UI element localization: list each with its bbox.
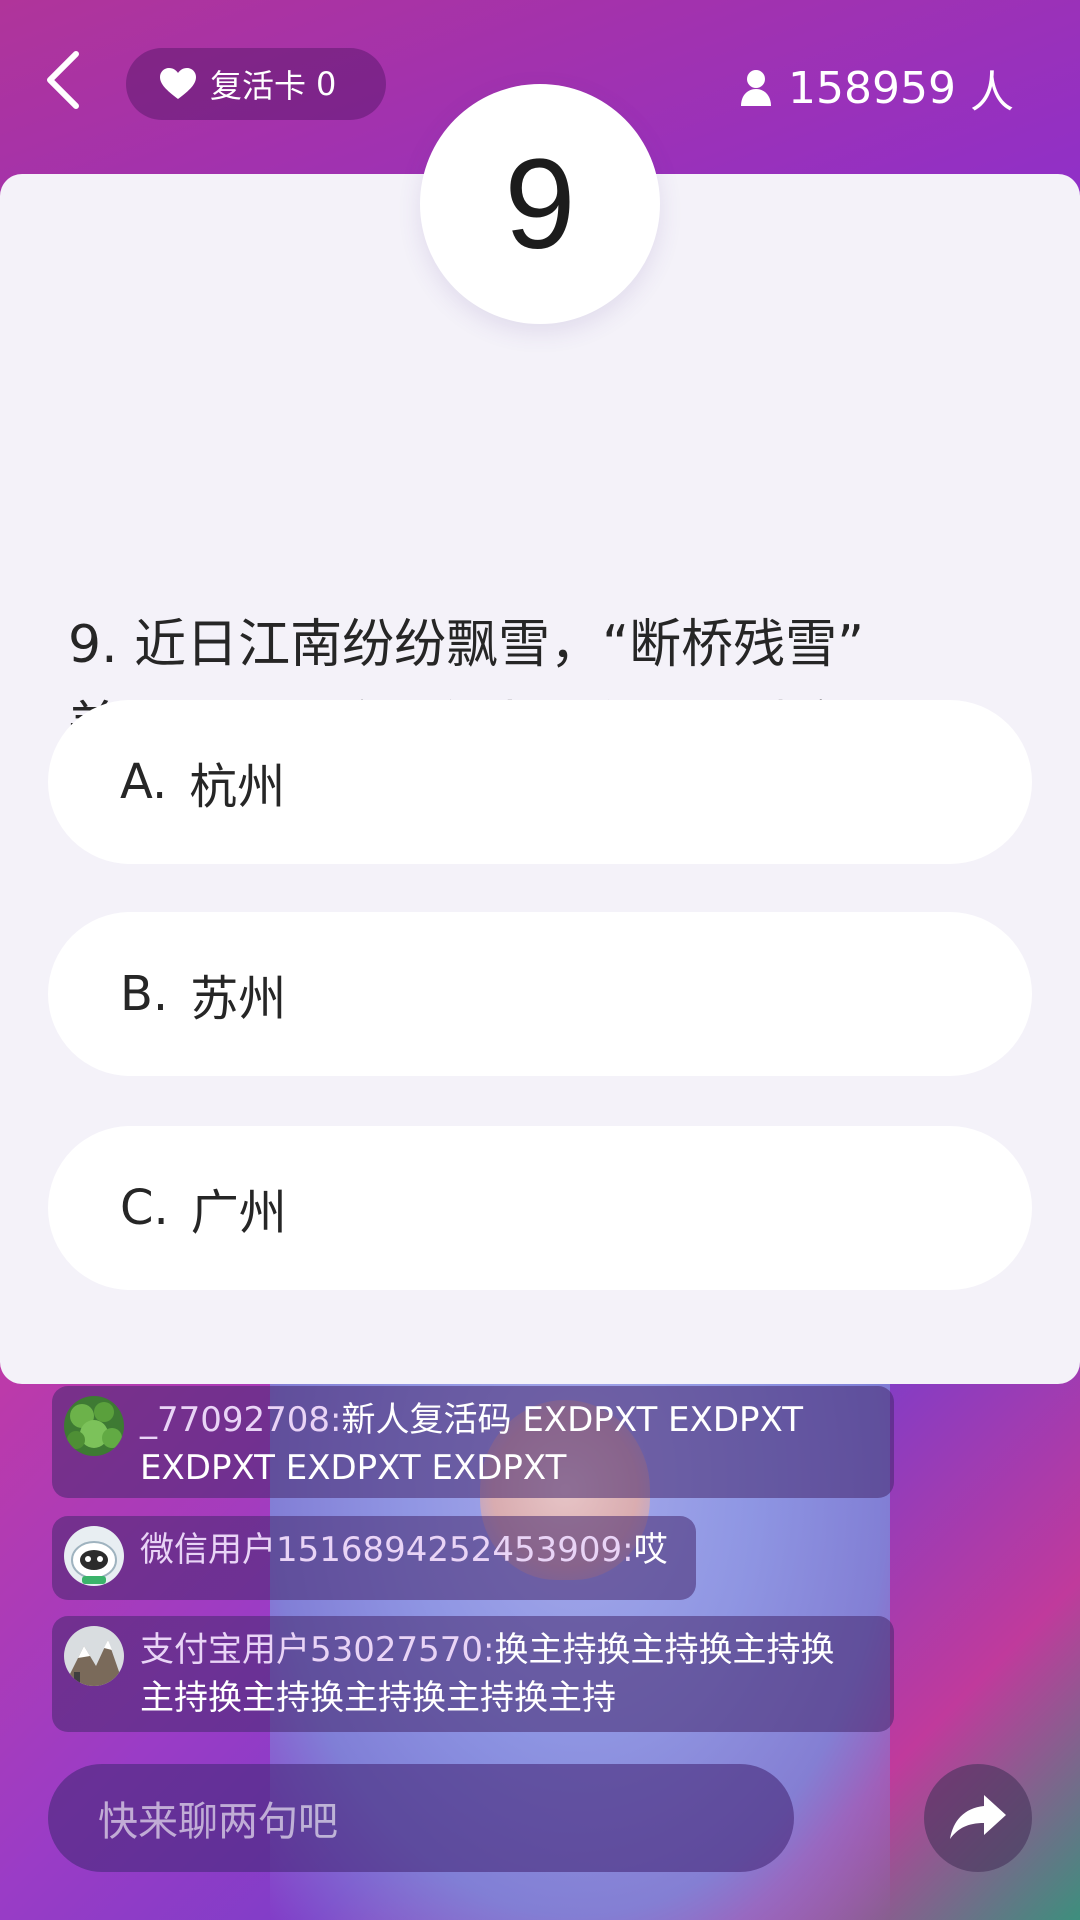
chevron-left-icon xyxy=(47,51,79,109)
viewer-count-unit: 人 xyxy=(970,67,1014,118)
option-text: 广州 xyxy=(190,1185,287,1241)
chat-username: 支付宝用户53027570: xyxy=(140,1630,495,1670)
avatar[interactable] xyxy=(64,1396,124,1456)
chat-username: 微信用户1516894252453909: xyxy=(140,1530,634,1570)
countdown-timer: 9 xyxy=(420,84,660,324)
option-a[interactable]: A. 杭州 xyxy=(48,700,1032,864)
chat-text: 哎 xyxy=(633,1530,668,1570)
chat-input[interactable]: 快来聊两句吧 xyxy=(48,1764,794,1872)
quiz-screen: 复活卡 0 158959 人 9. 近日江南纷纷飘雪，“断桥残雪” 美景再现，该… xyxy=(0,0,1080,1920)
back-button[interactable] xyxy=(36,48,92,112)
chat-username: _77092708: xyxy=(140,1400,342,1440)
option-c[interactable]: C. 广州 xyxy=(48,1126,1032,1290)
revive-card-badge[interactable]: 复活卡 0 xyxy=(126,48,386,120)
heart-icon xyxy=(160,68,196,100)
question-card: 9. 近日江南纷纷飘雪，“断桥残雪” 美景再现，该景色出现在哪个城市？ A. 杭… xyxy=(0,174,1080,1384)
option-letter: C. xyxy=(120,1180,169,1236)
chat-input-placeholder: 快来聊两句吧 xyxy=(98,1799,338,1845)
user-icon xyxy=(740,69,772,107)
question-line-1: 9. 近日江南纷纷飘雪，“断桥残雪” xyxy=(68,615,865,675)
chat-text-continued: EXDPXT EXDPXT EXDPXT xyxy=(140,1448,567,1488)
viewer-count-number: 158959 xyxy=(788,62,956,114)
viewer-count: 158959 人 xyxy=(740,56,1014,120)
share-button[interactable] xyxy=(924,1764,1032,1872)
option-letter: A. xyxy=(120,754,168,810)
chat-text: 换主持换主持换主持换 xyxy=(494,1630,835,1670)
chat-text: 新人复活码 EXDPXT EXDPXT xyxy=(341,1400,803,1440)
chat-message: 支付宝用户53027570:换主持换主持换主持换 主持换主持换主持换主持换主持 xyxy=(52,1616,894,1732)
chat-message: 微信用户1516894252453909:哎 xyxy=(52,1516,696,1600)
option-text: 苏州 xyxy=(190,971,287,1027)
option-b[interactable]: B. 苏州 xyxy=(48,912,1032,1076)
share-arrow-icon xyxy=(950,1795,1006,1839)
revive-card-count: 0 xyxy=(316,65,337,103)
avatar[interactable] xyxy=(64,1626,124,1686)
avatar[interactable] xyxy=(64,1526,124,1586)
option-text: 杭州 xyxy=(189,759,286,815)
chat-message: _77092708:新人复活码 EXDPXT EXDPXT EXDPXT EXD… xyxy=(52,1386,894,1498)
chat-text-continued: 主持换主持换主持换主持换主持 xyxy=(140,1678,616,1718)
revive-card-label: 复活卡 xyxy=(210,67,307,105)
option-letter: B. xyxy=(120,966,169,1022)
